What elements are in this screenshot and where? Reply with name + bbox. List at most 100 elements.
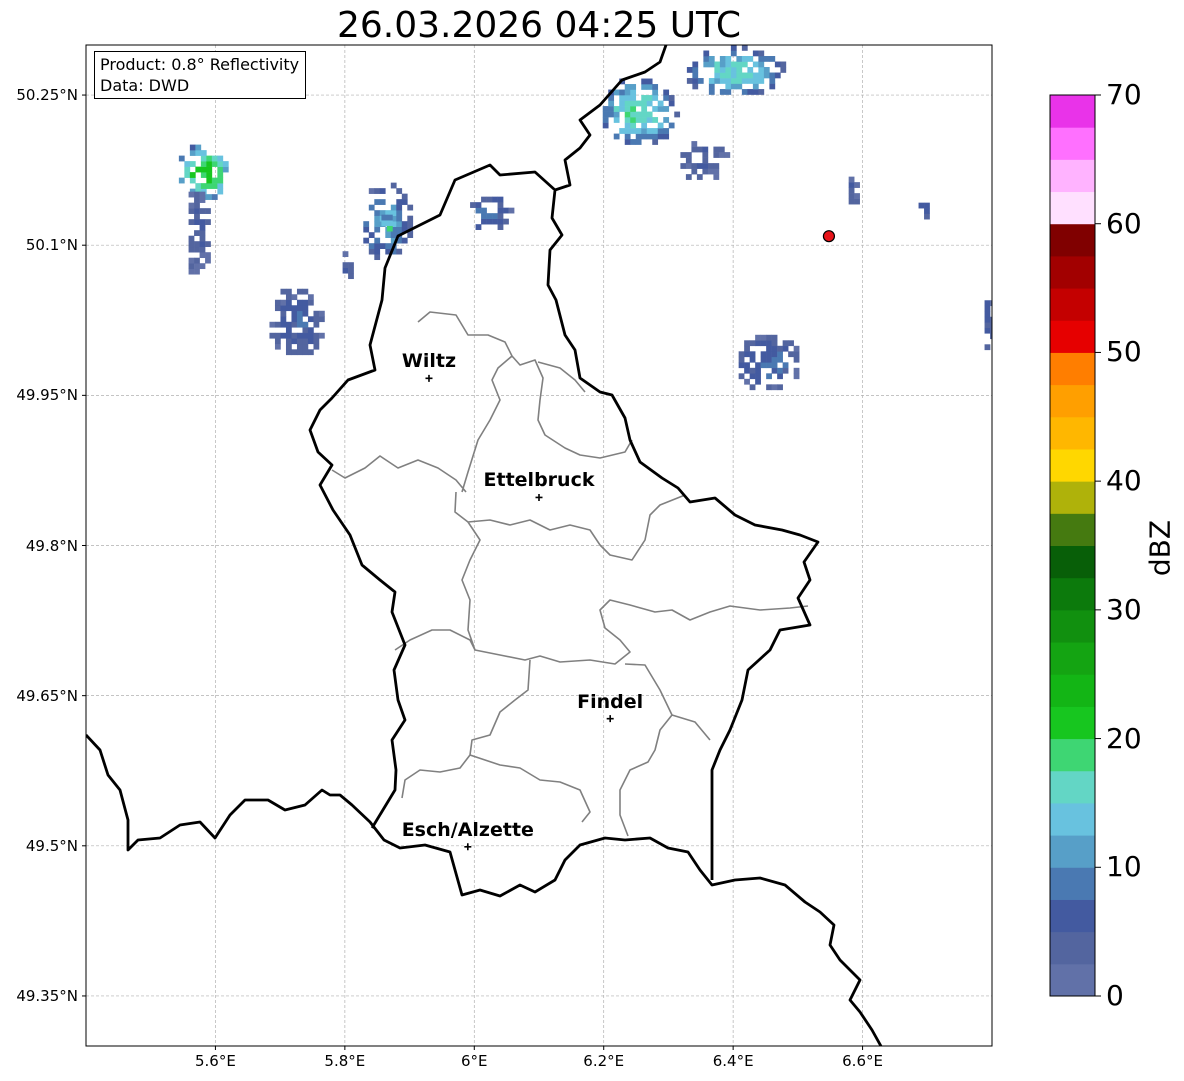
radar-echo-pixel bbox=[199, 224, 206, 231]
lat-tick-label: 50.25°N bbox=[16, 86, 78, 105]
radar-echo-pixel bbox=[984, 305, 991, 312]
city-label: Esch/Alzette bbox=[401, 818, 534, 841]
radar-echo-pixel bbox=[793, 367, 800, 374]
radar-echo-pixel bbox=[703, 61, 710, 68]
radar-echo-pixel bbox=[713, 146, 720, 153]
radar-echo-pixel bbox=[178, 155, 185, 162]
radar-echo-pixel bbox=[771, 351, 778, 358]
radar-echo-pixel bbox=[744, 351, 750, 358]
radar-echo-pixel bbox=[205, 219, 211, 225]
radar-echo-pixel bbox=[766, 340, 772, 347]
lon-tick-label: 6.4°E bbox=[712, 1052, 754, 1070]
radar-echo-pixel bbox=[752, 72, 759, 79]
radar-echo-pixel bbox=[652, 133, 659, 140]
radar-echo-pixel bbox=[696, 174, 703, 180]
radar-echo-pixel bbox=[296, 321, 303, 328]
radar-echo-pixel bbox=[274, 321, 281, 328]
radar-echo-pixel bbox=[313, 338, 320, 345]
radar-echo-pixel bbox=[307, 316, 314, 323]
radar-echo-pixel bbox=[760, 351, 767, 358]
radar-echo-pixel bbox=[619, 100, 626, 107]
radar-echo-pixel bbox=[602, 111, 609, 118]
radar-echo-pixel bbox=[707, 163, 714, 169]
radar-echo-pixel bbox=[211, 155, 218, 162]
radar-echo-pixel bbox=[396, 199, 403, 205]
radar-echo-pixel bbox=[758, 67, 765, 73]
radar-echo-pixel bbox=[749, 351, 756, 358]
radar-echo-pixel bbox=[635, 133, 642, 140]
radar-echo-pixel bbox=[624, 100, 631, 107]
radar-echo-pixel bbox=[774, 61, 781, 68]
radar-echo-pixel bbox=[302, 305, 309, 312]
radar-echo-pixel bbox=[725, 89, 732, 95]
radar-echo-pixel bbox=[848, 198, 855, 205]
radar-echo-pixel bbox=[724, 152, 731, 158]
radar-echo-pixel bbox=[200, 155, 207, 162]
radar-echo-pixel bbox=[497, 218, 504, 225]
radar-echo-pixel bbox=[396, 188, 403, 194]
radar-echo-pixel bbox=[747, 72, 754, 79]
radar-echo-pixel bbox=[990, 316, 992, 323]
radar-echo-pixel bbox=[624, 95, 631, 101]
radar-echo-pixel bbox=[782, 367, 789, 374]
radar-echo-pixel bbox=[990, 300, 992, 307]
colorbar-segment bbox=[1050, 642, 1095, 675]
radar-echo-pixel bbox=[646, 78, 653, 85]
radar-echo-pixel bbox=[195, 150, 202, 156]
radar-echo-pixel bbox=[486, 213, 493, 219]
radar-echo-pixel bbox=[730, 83, 737, 90]
radar-echo-pixel bbox=[719, 56, 726, 62]
radar-echo-pixel bbox=[984, 322, 991, 329]
colorbar-tick-label: 30 bbox=[1106, 592, 1142, 626]
radar-echo-pixel bbox=[195, 144, 202, 151]
radar-echo-pixel bbox=[774, 72, 781, 79]
radar-echo-pixel bbox=[777, 384, 783, 391]
radar-echo-pixel bbox=[703, 56, 710, 62]
radar-echo-pixel bbox=[285, 288, 292, 295]
radar-echo-pixel bbox=[755, 362, 761, 369]
radar-echo-pixel bbox=[760, 356, 767, 363]
lon-tick-label: 6°E bbox=[461, 1052, 488, 1070]
radar-site-marker bbox=[822, 230, 836, 243]
radar-echo-pixel bbox=[188, 219, 195, 225]
radar-echo-pixel bbox=[619, 89, 626, 96]
radar-echo-pixel bbox=[492, 218, 498, 225]
colorbar-segment bbox=[1050, 352, 1095, 386]
radar-echo-pixel bbox=[211, 194, 218, 200]
radar-echo-pixel bbox=[189, 150, 196, 156]
radar-echo-pixel bbox=[793, 351, 800, 358]
radar-echo-pixel bbox=[755, 340, 761, 347]
radar-echo-pixel bbox=[984, 327, 991, 334]
radar-echo-pixel bbox=[200, 150, 207, 156]
radar-echo-pixel bbox=[763, 67, 770, 73]
city-label: Wiltz bbox=[401, 350, 457, 373]
radar-echo-pixel bbox=[777, 367, 783, 374]
radar-echo-pixel bbox=[481, 196, 487, 203]
radar-echo-pixel bbox=[342, 267, 349, 274]
radar-echo-pixel bbox=[657, 128, 664, 134]
radar-echo-pixel bbox=[503, 207, 509, 214]
radar-echo-pixel bbox=[793, 356, 800, 363]
radar-echo-pixel bbox=[691, 141, 698, 147]
radar-echo-pixel bbox=[307, 338, 314, 345]
radar-echo-pixel bbox=[318, 310, 325, 317]
radar-echo-pixel bbox=[274, 338, 281, 345]
radar-echo-pixel bbox=[635, 117, 642, 123]
radar-echo-pixel bbox=[342, 251, 349, 258]
radar-echo-pixel bbox=[630, 89, 637, 96]
radar-echo-pixel bbox=[302, 327, 309, 334]
colorbar-tick-label: 10 bbox=[1106, 850, 1142, 884]
radar-echo-pixel bbox=[755, 373, 761, 380]
radar-echo-pixel bbox=[984, 316, 991, 323]
radar-echo-pixel bbox=[854, 182, 860, 188]
radar-echo-pixel bbox=[741, 89, 748, 95]
radar-echo-pixel bbox=[291, 349, 298, 356]
radar-echo-pixel bbox=[189, 177, 196, 184]
radar-echo-pixel bbox=[217, 183, 224, 189]
radar-echo-pixel bbox=[194, 202, 200, 209]
radar-echo-pixel bbox=[194, 191, 200, 198]
radar-echo-pixel bbox=[713, 152, 720, 158]
radar-echo-pixel bbox=[368, 248, 375, 255]
map-figure bbox=[82, 44, 1101, 1050]
radar-echo-pixel bbox=[674, 111, 681, 118]
